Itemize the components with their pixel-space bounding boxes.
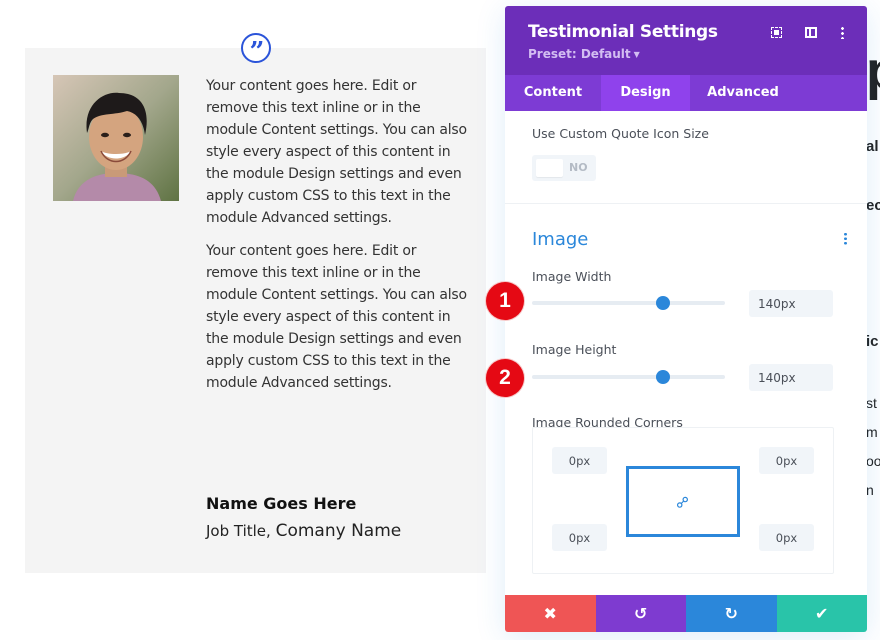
background-page-text: p al ec ic st m oo n [866, 0, 880, 640]
annotation-badge-1: 1 [486, 282, 524, 320]
panel-header: Testimonial Settings Preset: Default ▼ [505, 6, 867, 75]
slider-handle[interactable] [656, 370, 671, 384]
save-button[interactable]: ✔ [776, 595, 867, 632]
background-fragment: m [866, 424, 878, 440]
image-height-input[interactable] [749, 364, 833, 391]
caret-down-icon: ▼ [633, 50, 640, 59]
corner-bottom-left-input[interactable] [552, 524, 607, 551]
panel-title: Testimonial Settings [528, 22, 718, 42]
tab-design[interactable]: Design [601, 75, 690, 111]
sidebar-split-icon[interactable] [802, 24, 820, 42]
background-fragment: oo [866, 453, 880, 469]
background-fragment: n [866, 482, 874, 498]
cancel-button[interactable]: ✖ [505, 595, 596, 632]
slider-track [532, 375, 725, 379]
testimonial-module[interactable]: Your content goes here. Edit or remove t… [25, 48, 486, 573]
testimonial-paragraph: Your content goes here. Edit or remove t… [206, 243, 467, 391]
panel-body: Use Custom Quote Icon Size NO Image Imag… [505, 111, 867, 595]
image-width-input[interactable] [749, 290, 833, 317]
background-fragment: p [866, 40, 880, 102]
image-width-slider[interactable] [532, 295, 725, 311]
annotation-badge-2: 2 [486, 359, 524, 397]
testimonial-separator: , [266, 522, 276, 540]
rounded-corners-control: ⚯ [532, 427, 834, 574]
panel-tabs: Content Design Advanced [505, 75, 867, 111]
testimonial-author-position: Job Title, Comany Name [206, 521, 401, 541]
corner-top-right-input[interactable] [759, 447, 814, 474]
testimonial-author-name: Name Goes Here [206, 494, 357, 513]
expand-icon[interactable] [767, 24, 785, 42]
slider-track [532, 301, 725, 305]
testimonial-company: Comany Name [275, 521, 402, 541]
background-fragment: ec [866, 197, 880, 214]
redo-button[interactable]: ↻ [686, 595, 777, 632]
custom-quote-icon-size-toggle[interactable]: NO [532, 155, 596, 181]
toggle-knob [536, 159, 563, 177]
image-width-label: Image Width [532, 269, 612, 284]
portrait-image [53, 75, 179, 201]
tab-content[interactable]: Content [505, 75, 601, 111]
panel-footer: ✖ ↺ ↻ ✔ [505, 595, 867, 632]
corners-link-toggle[interactable]: ⚯ [626, 466, 740, 537]
testimonial-settings-panel: Testimonial Settings Preset: Default ▼ Co… [505, 6, 867, 632]
testimonial-portrait [53, 75, 179, 201]
custom-quote-icon-size-label: Use Custom Quote Icon Size [532, 126, 709, 141]
link-icon: ⚯ [671, 491, 695, 514]
undo-button[interactable]: ↺ [595, 595, 686, 632]
preset-label: Preset: Default [528, 47, 631, 61]
background-fragment: st [866, 395, 877, 411]
testimonial-paragraph: Your content goes here. Edit or remove t… [206, 78, 467, 226]
preset-selector[interactable]: Preset: Default ▼ [528, 47, 640, 61]
more-vertical-icon[interactable] [844, 232, 847, 245]
image-height-slider[interactable] [532, 369, 725, 385]
background-fragment: al [866, 138, 879, 155]
testimonial-body[interactable]: Your content goes here. Edit or remove t… [206, 75, 468, 405]
tab-advanced[interactable]: Advanced [690, 75, 796, 111]
more-vertical-icon[interactable] [833, 24, 851, 42]
corner-top-left-input[interactable] [552, 447, 607, 474]
toggle-value: NO [569, 161, 588, 174]
image-height-label: Image Height [532, 342, 617, 357]
section-divider [505, 203, 867, 204]
slider-handle[interactable] [656, 296, 671, 310]
testimonial-job-title: Job Title [206, 522, 267, 540]
corner-bottom-right-input[interactable] [759, 524, 814, 551]
background-fragment: ic [866, 333, 879, 350]
image-section-title[interactable]: Image [532, 229, 588, 250]
quote-icon: ” [241, 33, 271, 67]
